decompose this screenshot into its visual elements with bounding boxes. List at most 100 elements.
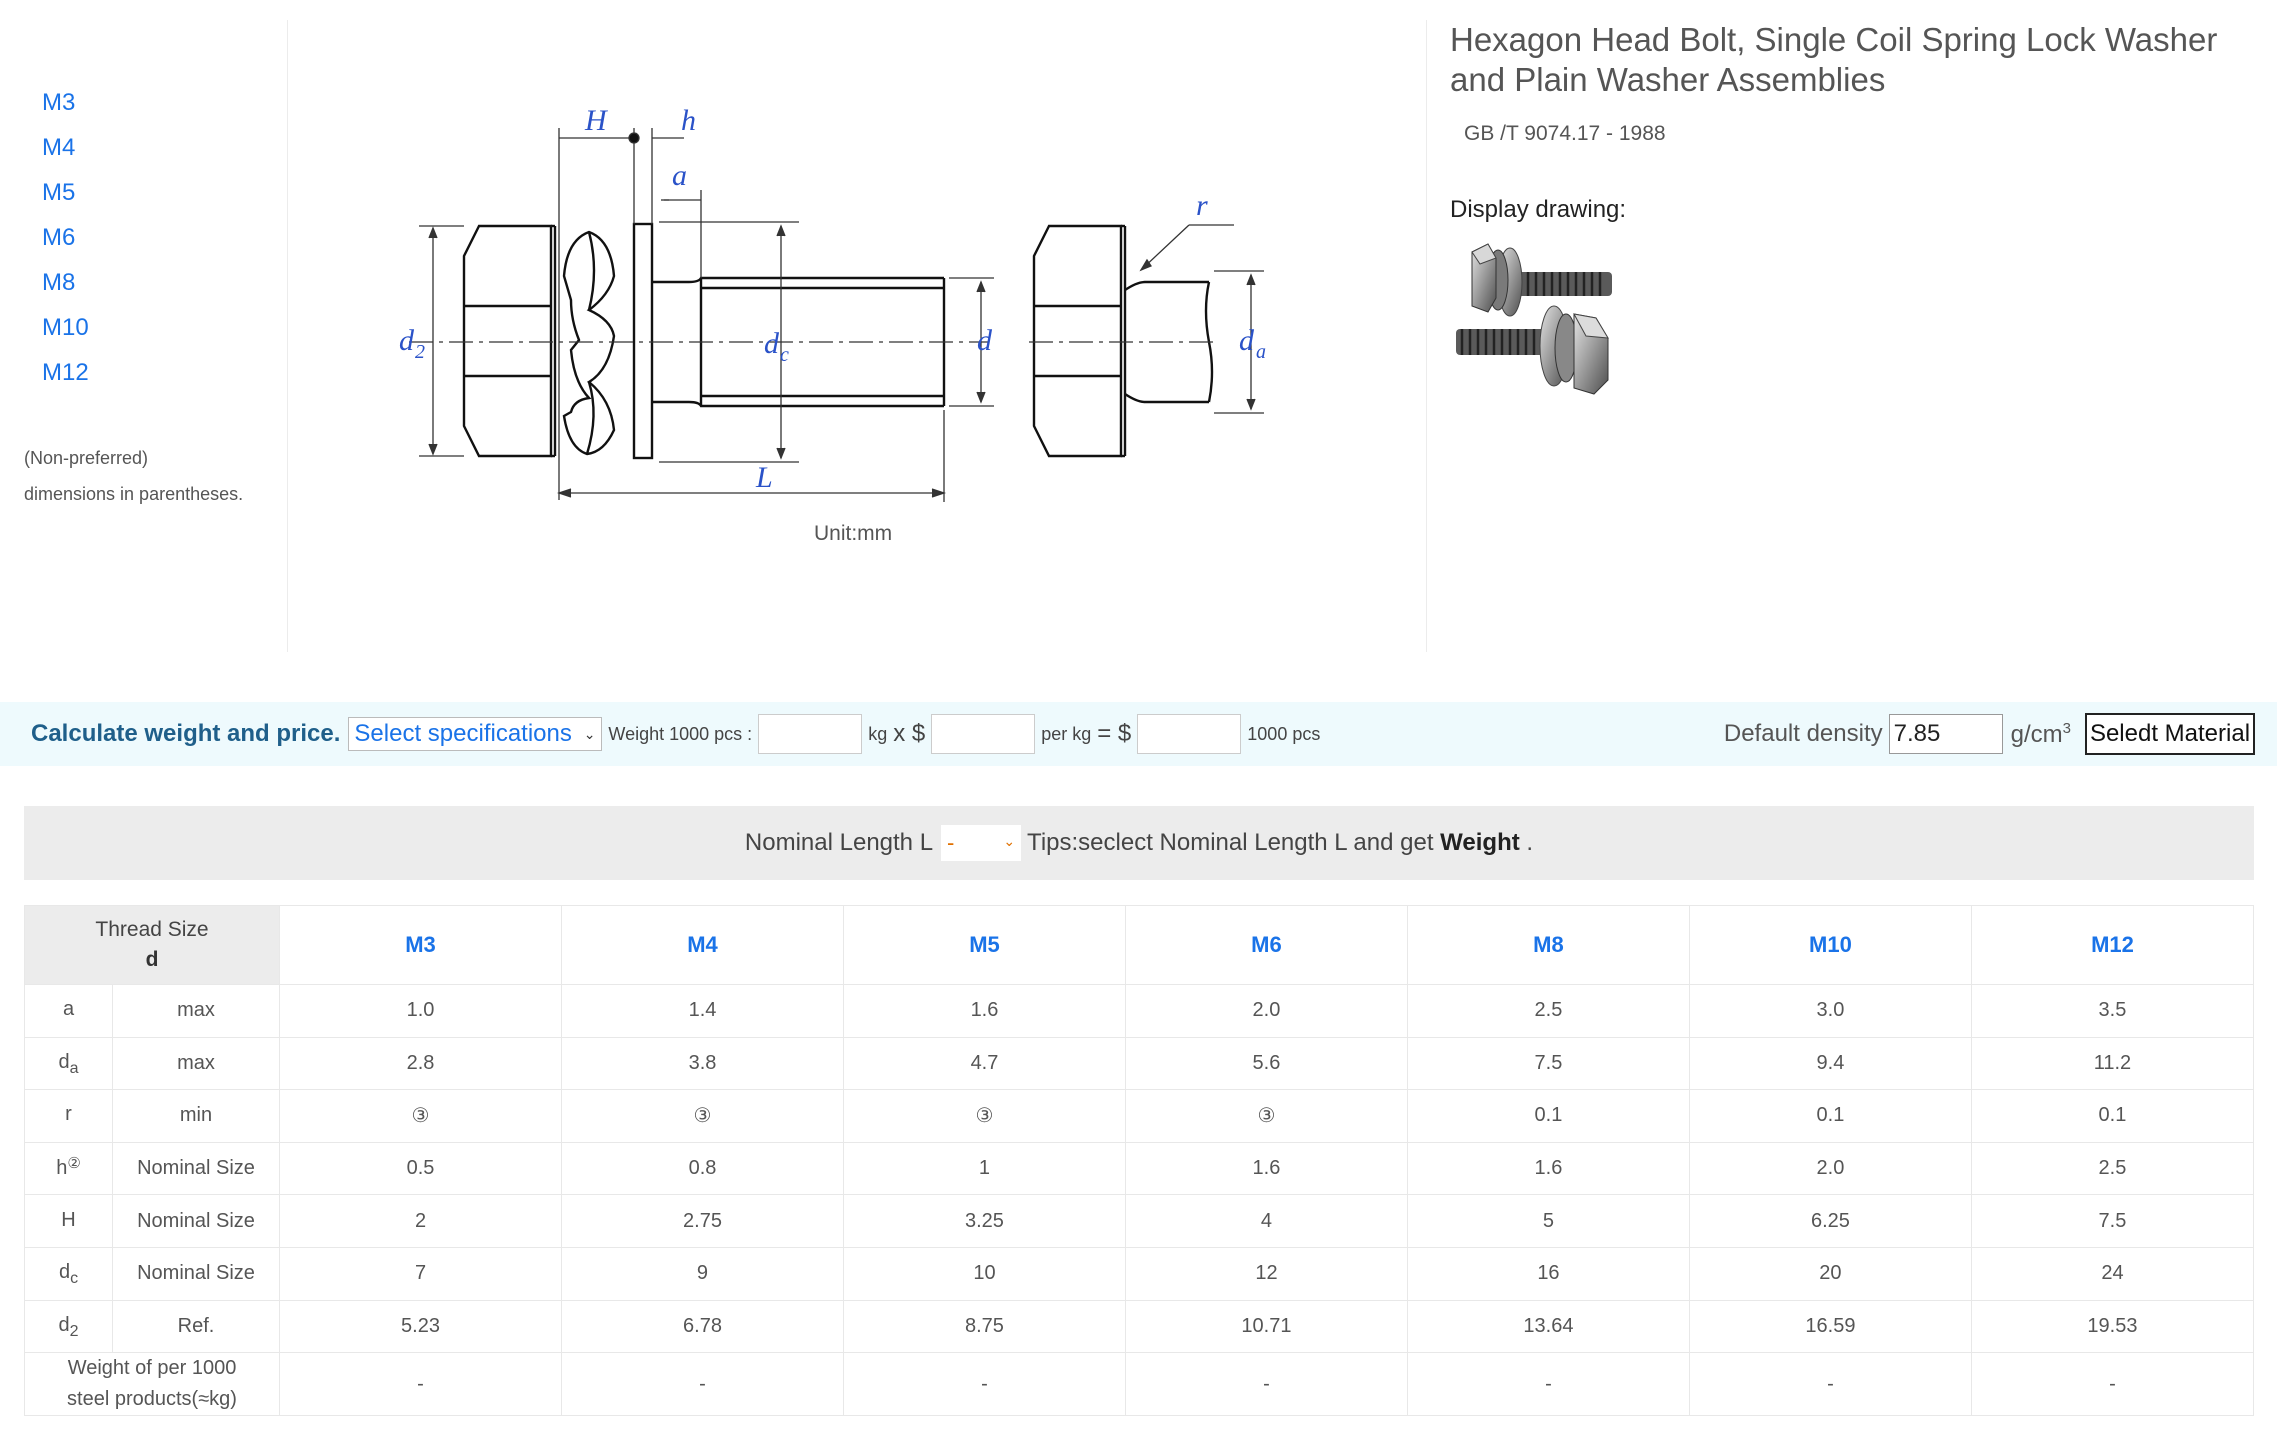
table-cell: 11.2 bbox=[1970, 1036, 2255, 1091]
nominal-length-tips: Tips:seclect Nominal Length L and get We… bbox=[1027, 829, 1533, 857]
symbol-main: d bbox=[58, 1313, 70, 1336]
specification-select[interactable]: Select specifications ⌄ bbox=[348, 717, 603, 751]
table-cell: 2.0 bbox=[1688, 1141, 1972, 1196]
table-row: a max 1.0 1.4 1.6 2.0 2.5 3.0 3.5 bbox=[24, 984, 2255, 1038]
tips-end: . bbox=[1519, 829, 1534, 856]
size-link-list: M3 M4 M5 M6 M8 M10 M12 bbox=[42, 86, 89, 401]
size-link-m8[interactable]: M8 bbox=[42, 266, 89, 311]
density-unit: g/cm3 bbox=[2011, 720, 2071, 749]
table-cell: 1 bbox=[842, 1141, 1126, 1196]
size-link-m4[interactable]: M4 bbox=[42, 131, 89, 176]
table-cell: 0.1 bbox=[1688, 1089, 1972, 1143]
table-cell: 7.5 bbox=[1970, 1194, 2255, 1248]
product-header: Hexagon Head Bolt, Single Coil Spring Lo… bbox=[1450, 20, 2250, 414]
density-input[interactable]: 7.85 bbox=[1888, 714, 2003, 754]
dim-label-a: a bbox=[672, 159, 687, 192]
table-cell: 8.75 bbox=[842, 1299, 1126, 1354]
row-qualifier: Nominal Size bbox=[111, 1194, 281, 1248]
row-qualifier: max bbox=[111, 1036, 281, 1091]
size-column-m12[interactable]: M12 bbox=[1970, 905, 2255, 985]
size-column-m6[interactable]: M6 bbox=[1124, 905, 1408, 985]
table-cell: 2.75 bbox=[561, 1194, 844, 1248]
row-qualifier: Nominal Size bbox=[111, 1246, 281, 1301]
size-column-m4[interactable]: M4 bbox=[561, 905, 844, 985]
per-kg-label: per kg bbox=[1041, 723, 1092, 744]
table-cell: 5.6 bbox=[1124, 1036, 1408, 1091]
table-row: H Nominal Size 2 2.75 3.25 4 5 6.25 7.5 bbox=[24, 1194, 2255, 1248]
row-symbol: r bbox=[24, 1089, 113, 1143]
row-symbol: h② bbox=[24, 1141, 113, 1196]
size-link-m12[interactable]: M12 bbox=[42, 356, 89, 401]
select-material-button[interactable]: Seledt Material bbox=[2085, 713, 2255, 755]
bolt-assembly-photo bbox=[1456, 243, 1612, 395]
dim-label-d2: d bbox=[399, 324, 415, 357]
weight-cell: - bbox=[1970, 1352, 2255, 1417]
technical-drawing-area: H h a r d 2 d c d d a L Unit:mm bbox=[289, 20, 1427, 652]
dim-label-da-sub: a bbox=[1256, 341, 1266, 363]
table-cell: 1.6 bbox=[1406, 1141, 1690, 1196]
table-cell: 19.53 bbox=[1970, 1299, 2255, 1354]
bolt-assembly-drawing: H h a r d 2 d c d d a L bbox=[399, 104, 1266, 502]
nominal-length-label: Nominal Length L bbox=[744, 829, 934, 856]
specification-select-value: Select specifications bbox=[354, 720, 572, 747]
table-cell: 0.1 bbox=[1406, 1089, 1690, 1143]
weight-input[interactable] bbox=[758, 714, 863, 754]
table-cell: ③ bbox=[842, 1089, 1126, 1143]
size-column-m8[interactable]: M8 bbox=[1406, 905, 1690, 985]
table-cell: 3.8 bbox=[561, 1036, 844, 1091]
table-row: r min ③ ③ ③ ③ 0.1 0.1 0.1 bbox=[24, 1089, 2255, 1143]
page-title: Hexagon Head Bolt, Single Coil Spring Lo… bbox=[1450, 21, 2218, 98]
table-cell: 1.4 bbox=[561, 984, 844, 1038]
display-drawing-label: Display drawing: bbox=[1450, 196, 1627, 223]
total-price-input[interactable] bbox=[1137, 714, 1242, 754]
symbol-subscript: c bbox=[70, 1270, 79, 1288]
size-column-m5[interactable]: M5 bbox=[842, 905, 1126, 985]
row-qualifier: Nominal Size bbox=[111, 1141, 281, 1196]
non-preferred-note: (Non-preferred) dimensions in parenthese… bbox=[24, 440, 243, 512]
table-cell: 5.23 bbox=[279, 1299, 562, 1354]
table-cell: 1.6 bbox=[1124, 1141, 1408, 1196]
nominal-length-select[interactable]: - ⌄ bbox=[941, 825, 1022, 861]
size-link-m3[interactable]: M3 bbox=[42, 86, 89, 131]
dimension-table: Thread Size d M3 M4 M5 M6 M8 M10 M12 a m… bbox=[23, 905, 2255, 1417]
size-column-m3[interactable]: M3 bbox=[279, 905, 562, 985]
size-link-m5[interactable]: M5 bbox=[42, 176, 89, 221]
table-cell: 6.25 bbox=[1688, 1194, 1972, 1248]
table-cell: 2.5 bbox=[1406, 984, 1690, 1038]
pcs-label: 1000 pcs bbox=[1247, 723, 1321, 744]
table-cell: 5 bbox=[1406, 1194, 1690, 1248]
symbol-subscript: a bbox=[69, 1059, 79, 1077]
symbol-main: d bbox=[58, 1261, 71, 1284]
density-unit-text: g/cm bbox=[2010, 720, 2063, 748]
thread-size-header-line1: Thread Size bbox=[95, 918, 209, 941]
table-header-row: Thread Size d M3 M4 M5 M6 M8 M10 M12 bbox=[23, 905, 2255, 985]
note-line-1: (Non-preferred) bbox=[24, 448, 149, 468]
size-column-m10[interactable]: M10 bbox=[1688, 905, 1972, 985]
row-symbol: a bbox=[24, 984, 113, 1038]
price-per-kg-input[interactable] bbox=[931, 714, 1036, 754]
table-cell: 7 bbox=[279, 1246, 562, 1301]
symbol-main: h bbox=[56, 1156, 68, 1179]
tips-text: Tips:seclect Nominal Length L and get bbox=[1027, 829, 1441, 856]
size-link-m10[interactable]: M10 bbox=[42, 311, 89, 356]
weight-row: Weight of per 1000 steel products(≈kg) -… bbox=[23, 1352, 2255, 1417]
dim-label-d: d bbox=[977, 324, 993, 357]
table-cell: ③ bbox=[279, 1089, 562, 1143]
row-qualifier: min bbox=[111, 1089, 281, 1143]
note-line-2: dimensions in parentheses. bbox=[24, 484, 244, 504]
table-cell: 16.59 bbox=[1688, 1299, 1972, 1354]
table-row: d2 Ref. 5.23 6.78 8.75 10.71 13.64 16.59… bbox=[24, 1299, 2255, 1354]
dim-label-r: r bbox=[1196, 189, 1208, 222]
weight-cell: - bbox=[1688, 1352, 1972, 1417]
weight-cell: - bbox=[1406, 1352, 1690, 1417]
dim-label-H: H bbox=[584, 104, 609, 137]
table-cell: 0.5 bbox=[279, 1141, 562, 1196]
size-link-m6[interactable]: M6 bbox=[42, 221, 89, 266]
dim-label-d2-sub: 2 bbox=[415, 341, 425, 363]
weight-cell: - bbox=[279, 1352, 562, 1417]
table-cell: 24 bbox=[1970, 1246, 2255, 1301]
table-cell: 3.5 bbox=[1970, 984, 2255, 1038]
chevron-down-icon: ⌄ bbox=[1003, 833, 1016, 849]
dim-label-L: L bbox=[755, 461, 773, 494]
table-cell: 9 bbox=[561, 1246, 844, 1301]
